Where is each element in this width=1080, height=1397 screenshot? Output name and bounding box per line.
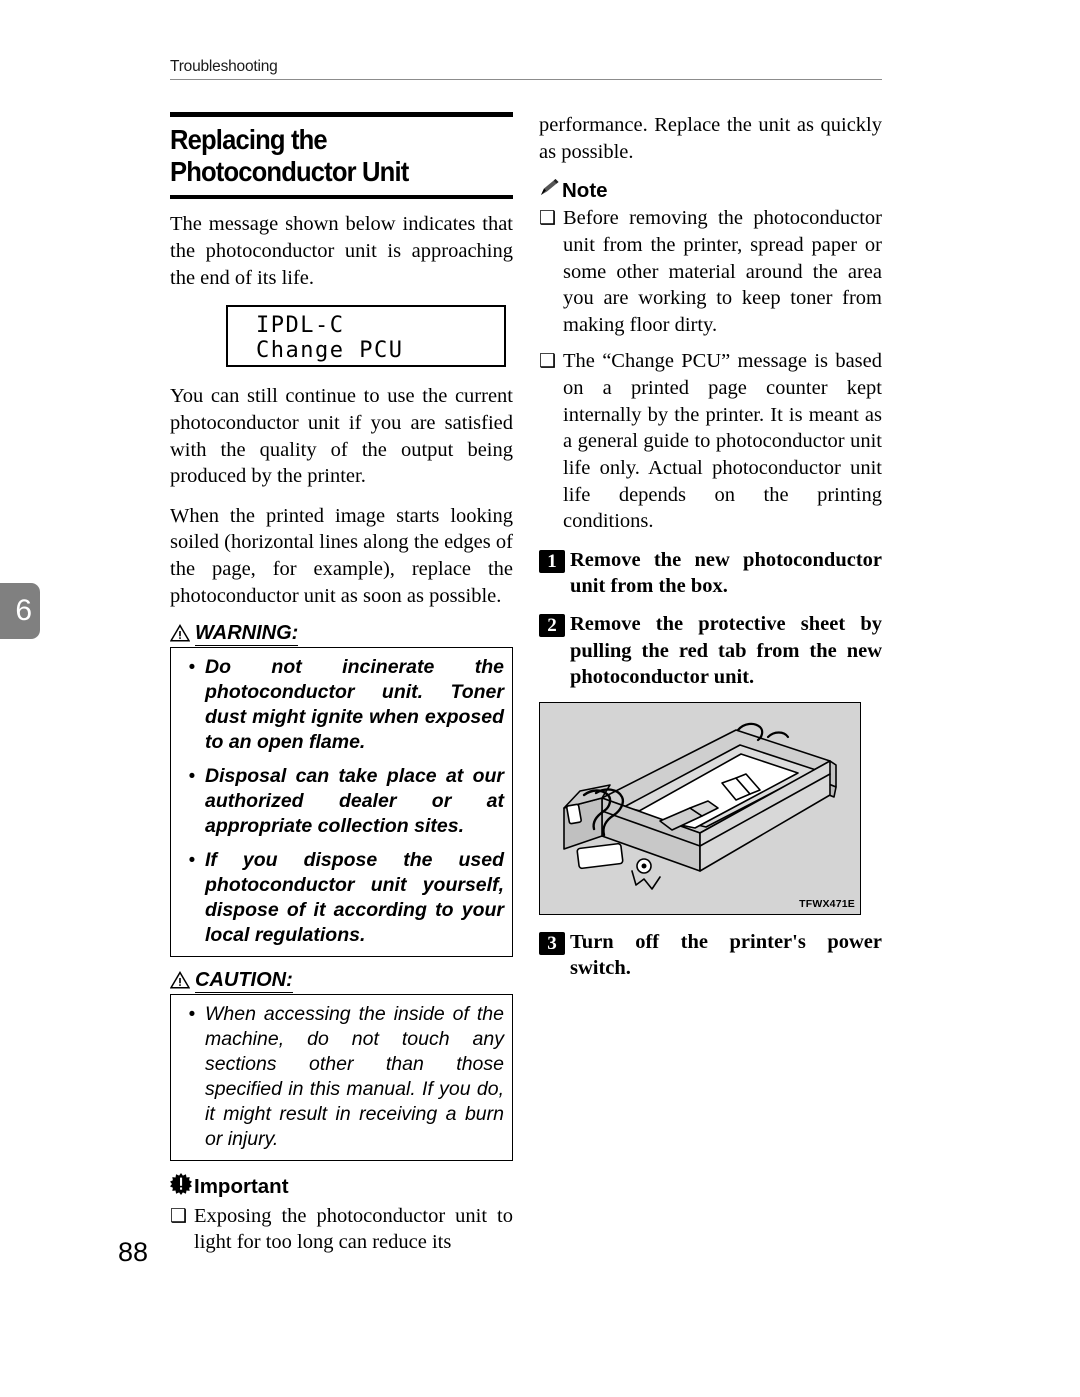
chapter-tab-number: 6 bbox=[15, 594, 32, 627]
step-number: 3 bbox=[539, 932, 565, 956]
page-title: Replacing the Photoconductor Unit bbox=[170, 124, 409, 188]
important-starburst-icon bbox=[170, 1172, 192, 1201]
photoconductor-unit-figure: TFWX471E bbox=[539, 702, 861, 916]
caution-heading: CAUTION: bbox=[169, 968, 513, 993]
step-item: 2 Remove the protective sheet by pulling… bbox=[539, 611, 882, 690]
right-column: performance. Replace the unit as quickly… bbox=[539, 112, 882, 994]
lcd-line-2: Change PCU bbox=[256, 338, 504, 364]
step-item: 3 Turn off the printer's power switch. bbox=[539, 929, 882, 981]
note-pencil-icon bbox=[539, 178, 560, 203]
bullet: • bbox=[188, 766, 196, 788]
intro-paragraph: The message shown below indicates that t… bbox=[170, 213, 513, 289]
warning-box: • Do not incinerate the photoconductor u… bbox=[170, 647, 513, 957]
step-item: 1 Remove the new photoconductor unit fro… bbox=[539, 547, 882, 599]
square-bullet: ❑ bbox=[539, 208, 557, 230]
paragraph-3: When the printed image starts looking so… bbox=[170, 504, 513, 607]
important-label: Important bbox=[194, 1174, 289, 1198]
note-item-text: Before removing the photoconductor unit … bbox=[563, 207, 882, 336]
paragraph-2: You can still continue to use the curren… bbox=[170, 385, 513, 488]
warning-item: • If you dispose the used photoconductor… bbox=[179, 848, 504, 948]
running-header-rule bbox=[170, 79, 882, 80]
bullet: • bbox=[188, 657, 196, 679]
bullet: • bbox=[188, 1003, 196, 1025]
important-item-text: Exposing the photoconductor unit to ligh… bbox=[194, 1204, 513, 1254]
page-number: 88 bbox=[118, 1237, 149, 1267]
photoconductor-unit-illustration bbox=[563, 722, 837, 890]
caution-label: CAUTION: bbox=[195, 968, 293, 993]
note-list: ❑ Before removing the photoconductor uni… bbox=[539, 205, 882, 535]
warning-triangle-icon bbox=[169, 970, 191, 993]
caution-item-text: When accessing the inside of the machine… bbox=[205, 1002, 504, 1150]
step-number: 2 bbox=[539, 614, 565, 638]
note-item: ❑ Before removing the photoconductor uni… bbox=[539, 205, 882, 338]
lcd-line-1: IPDL-C bbox=[256, 313, 504, 339]
continued-paragraph: performance. Replace the unit as quickly… bbox=[539, 114, 882, 163]
step-text: Remove the new photoconductor unit from … bbox=[570, 548, 882, 598]
warning-label: WARNING: bbox=[195, 622, 299, 647]
square-bullet: ❑ bbox=[539, 351, 557, 373]
step-text: Turn off the printer's power switch. bbox=[570, 931, 882, 980]
warning-heading: WARNING: bbox=[169, 622, 513, 647]
section-title-rule-bottom bbox=[170, 195, 513, 200]
caution-heading-wrap: CAUTION: • When accessing the inside of … bbox=[169, 968, 513, 1161]
important-heading: Important bbox=[170, 1172, 513, 1201]
section-title-block: Replacing the Photoconductor Unit bbox=[170, 112, 513, 200]
caution-box: • When accessing the inside of the machi… bbox=[170, 993, 513, 1161]
square-bullet: ❑ bbox=[170, 1205, 188, 1227]
note-item-text: The “Change PCU” message is based on a p… bbox=[563, 350, 882, 533]
important-item: ❑ Exposing the photoconductor unit to li… bbox=[170, 1203, 513, 1256]
chapter-tab: 6 bbox=[0, 583, 40, 639]
warning-item: • Do not incinerate the photoconductor u… bbox=[179, 655, 504, 755]
warning-item-text: Do not incinerate the photoconductor uni… bbox=[205, 656, 504, 754]
warning-item: • Disposal can take place at our authori… bbox=[179, 764, 504, 839]
figure-code-label: TFWX471E bbox=[799, 898, 855, 911]
warning-item-text: If you dispose the used photoconductor u… bbox=[205, 849, 504, 946]
lcd-display-panel: IPDL-C Change PCU bbox=[226, 305, 506, 368]
running-header-text: Troubleshooting bbox=[170, 58, 278, 75]
caution-item: • When accessing the inside of the machi… bbox=[179, 1002, 504, 1152]
note-item: ❑ The “Change PCU” message is based on a… bbox=[539, 348, 882, 534]
step-text: Remove the protective sheet by pulling t… bbox=[570, 613, 882, 688]
note-heading: Note bbox=[539, 178, 882, 203]
warning-item-text: Disposal can take place at our authorize… bbox=[205, 765, 504, 838]
step-number: 1 bbox=[539, 549, 565, 573]
warning-heading-wrap: WARNING: • Do not incinerate the photoco… bbox=[169, 622, 513, 957]
warning-triangle-icon bbox=[169, 624, 191, 646]
important-list: ❑ Exposing the photoconductor unit to li… bbox=[170, 1203, 513, 1256]
left-column: Replacing the Photoconductor Unit The me… bbox=[169, 112, 513, 1256]
bullet: • bbox=[188, 850, 196, 872]
running-header: Troubleshooting bbox=[170, 58, 882, 80]
note-label: Note bbox=[562, 178, 608, 202]
